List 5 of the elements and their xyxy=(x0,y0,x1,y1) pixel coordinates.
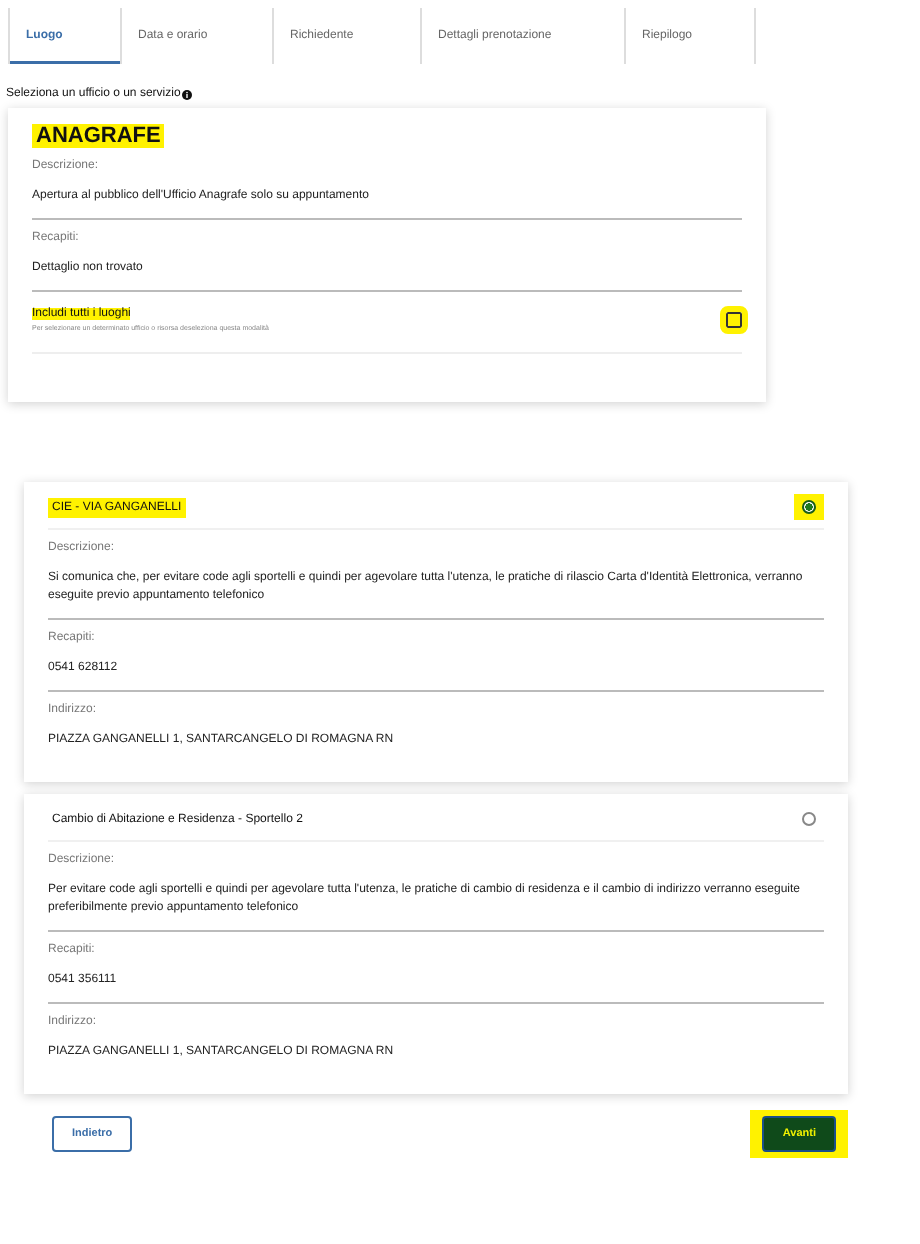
service-title: ANAGRAFE xyxy=(32,124,165,148)
info-icon xyxy=(182,89,193,99)
office-radio[interactable] xyxy=(802,812,816,826)
include-all-checkbox[interactable] xyxy=(726,312,742,328)
office-radio[interactable] xyxy=(802,500,816,514)
